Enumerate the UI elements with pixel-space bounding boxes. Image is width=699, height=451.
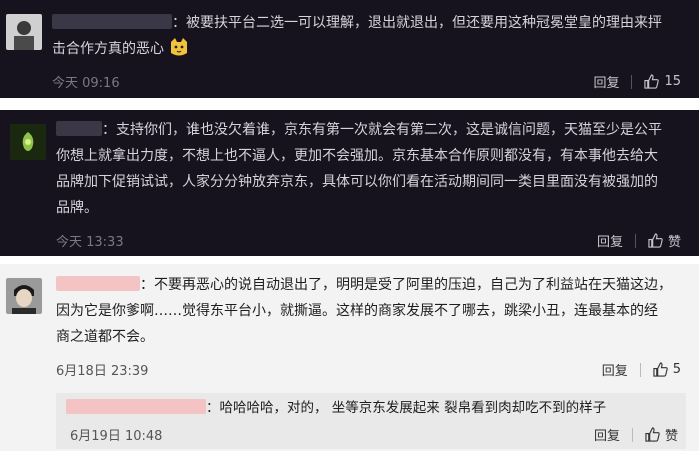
divider (631, 74, 633, 89)
comment-time: 6月18日 23:39 (56, 364, 149, 379)
divider (631, 427, 633, 442)
reply-time: 6月19日 10:48 (70, 429, 163, 444)
like-button[interactable]: 赞 (648, 231, 681, 250)
comment-time: 今天 09:16 (52, 76, 120, 91)
like-label: 赞 (667, 235, 681, 250)
username-redacted[interactable] (56, 276, 140, 291)
comment-actions: 回复 15 (593, 72, 681, 91)
reply-button[interactable]: 回复 (602, 360, 628, 379)
comment-text: ：被要扶平台二选一可以理解，退出就退出，但还要用这种冠冕堂皇的理由来抨 击合作方… (52, 10, 682, 67)
like-count: 5 (672, 362, 681, 377)
username-redacted[interactable] (56, 121, 102, 136)
divider (639, 362, 641, 377)
reply-text: ：哈哈哈哈，对的， 坐等京东发展起来 裂帛看到肉却吃不到的样子 (66, 395, 606, 421)
avatar[interactable] (6, 278, 42, 314)
like-button[interactable]: 赞 (645, 425, 678, 444)
reply-button[interactable]: 回复 (597, 231, 623, 250)
comment-time: 今天 13:33 (56, 235, 124, 250)
reply-button[interactable]: 回复 (593, 72, 619, 91)
username-redacted[interactable] (52, 14, 172, 29)
cat-face-emoji (168, 36, 190, 67)
divider (634, 233, 636, 248)
like-button[interactable]: 15 (644, 74, 681, 89)
comment-text: ：不要再恶心的说自动退出了，明明是受了阿里的压迫，自己为了利益站在天猫这边， 因… (56, 276, 672, 345)
avatar[interactable] (10, 124, 46, 160)
like-count: 15 (664, 74, 681, 89)
thumbs-up-icon (644, 74, 660, 89)
like-button[interactable]: 5 (653, 362, 681, 377)
username-redacted[interactable] (66, 399, 206, 414)
comment-text: ：支持你们，谁也没欠着谁，京东有第一次就会有第二次，这是诚信问题，天猫至少是公平… (56, 121, 662, 216)
comment-actions: 回复 赞 (597, 231, 681, 250)
thumbs-up-icon (648, 233, 663, 248)
reply-button[interactable]: 回复 (594, 425, 620, 444)
thumbs-up-icon (653, 362, 668, 377)
reply-box: ：哈哈哈哈，对的， 坐等京东发展起来 裂帛看到肉却吃不到的样子 6月19日 10… (56, 393, 686, 449)
like-label: 赞 (664, 429, 678, 444)
avatar[interactable] (6, 14, 42, 50)
thumbs-up-icon (645, 427, 660, 442)
reply-actions: 回复 赞 (594, 425, 678, 444)
comment-actions: 回复 5 (602, 360, 681, 379)
